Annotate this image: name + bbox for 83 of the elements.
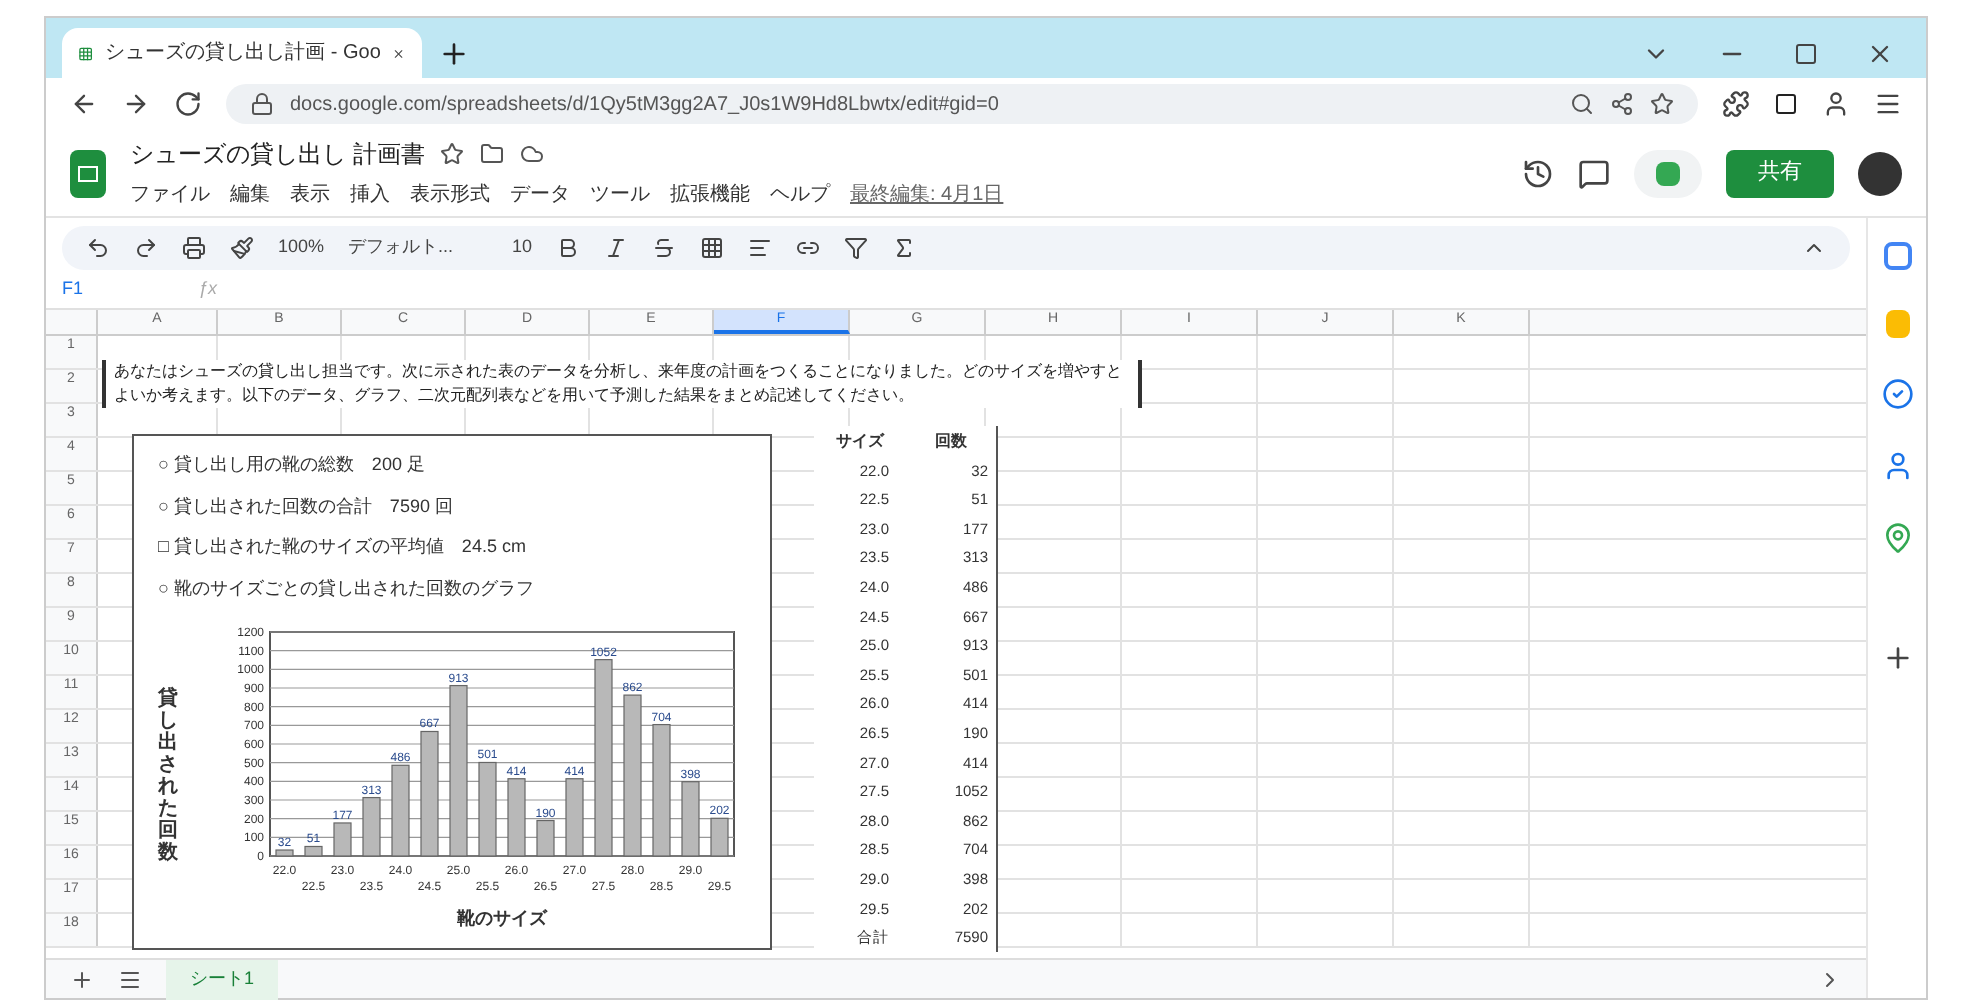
bar [333, 822, 352, 857]
cloud-icon[interactable] [520, 142, 545, 166]
tasks-icon[interactable] [1881, 378, 1913, 410]
meet-button[interactable] [1634, 149, 1702, 197]
menu-item[interactable]: 表示形式 [410, 180, 490, 210]
account-avatar[interactable] [1858, 151, 1902, 195]
url-text: docs.google.com/spreadsheets/d/1Qy5tM3gg2A7_J0s1W9Hd8Lbwtx/edit#gid=0 [290, 91, 1001, 119]
sheet-list-icon[interactable] [118, 967, 142, 991]
borders-icon[interactable] [700, 236, 725, 260]
undo-icon[interactable] [86, 236, 110, 260]
lock-icon [250, 92, 274, 116]
menu-item[interactable]: ツール [590, 180, 650, 210]
star-icon[interactable] [440, 142, 465, 166]
filter-icon[interactable] [844, 236, 869, 260]
table-header: 回数 [932, 429, 969, 453]
summary-line: ○ 貸し出し用の靴の総数 200 足 [158, 452, 427, 478]
contacts-icon[interactable] [1881, 450, 1913, 482]
folder-icon[interactable] [480, 142, 505, 166]
bar [478, 761, 497, 857]
summary-line: ○ 靴のサイズごとの貸し出された回数のグラフ [158, 575, 536, 601]
font-dropdown[interactable]: デフォルト... [348, 234, 489, 262]
browser-tab[interactable]: シューズの貸し出し計画 - Goo [62, 28, 422, 78]
sheet-tab[interactable]: シート1 [166, 959, 279, 999]
bar [391, 764, 410, 857]
y-axis-label: 貸し出された回数 [158, 688, 178, 864]
print-icon[interactable] [182, 236, 206, 260]
font-size-field[interactable]: 10 [512, 234, 533, 262]
redo-icon[interactable] [134, 236, 158, 260]
calendar-icon[interactable] [1883, 242, 1911, 270]
menu-icon[interactable] [1874, 90, 1902, 118]
forward-icon[interactable] [122, 90, 150, 118]
search-icon[interactable] [1570, 92, 1594, 116]
back-icon[interactable] [70, 90, 98, 118]
bar [565, 778, 584, 857]
document-title[interactable]: シューズの貸し出し 計画書 [130, 136, 425, 172]
bar [362, 796, 381, 857]
new-tab-icon[interactable] [438, 37, 470, 69]
fx-icon: ƒx [198, 275, 218, 303]
bar [304, 845, 323, 857]
paint-format-icon[interactable] [230, 236, 254, 260]
align-icon[interactable] [748, 236, 773, 260]
bar [652, 724, 671, 857]
sheets-logo-icon[interactable] [70, 149, 106, 197]
menu-item[interactable]: 表示 [290, 180, 330, 210]
bar [507, 778, 526, 857]
bookmark-icon[interactable] [1650, 92, 1674, 116]
bar [710, 817, 729, 857]
bold-icon[interactable] [556, 236, 581, 260]
summary-line: ○ 貸し出された回数の合計 7590 回 [158, 493, 455, 519]
profile-icon[interactable] [1822, 90, 1850, 118]
menu-item[interactable]: 編集 [230, 180, 270, 210]
table-header: サイズ [833, 429, 887, 453]
bar [536, 819, 555, 857]
extensions-icon[interactable] [1722, 90, 1750, 118]
functions-icon[interactable] [892, 236, 917, 260]
menu-item[interactable]: 拡張機能 [670, 180, 750, 210]
menu-item[interactable]: ヘルプ [770, 180, 830, 210]
bar [420, 730, 439, 857]
add-ons-icon[interactable] [1881, 642, 1913, 674]
strikethrough-icon[interactable] [652, 236, 677, 260]
x-axis-title: 靴のサイズ [455, 908, 549, 928]
add-sheet-icon[interactable] [70, 967, 94, 991]
name-box[interactable]: F1 [62, 275, 182, 303]
summary-line: □ 貸し出された靴のサイズの平均値 24.5 cm [158, 534, 528, 560]
menu-item[interactable]: 挿入 [350, 180, 390, 210]
zoom-dropdown[interactable]: 100% [278, 234, 325, 262]
address-bar[interactable]: docs.google.com/spreadsheets/d/1Qy5tM3gg2A7_J0s1W9Hd8Lbwtx/edit#gid=0 [226, 84, 1698, 124]
comment-icon[interactable] [1578, 157, 1610, 189]
bar [275, 849, 294, 857]
bar [681, 781, 700, 857]
side-panel-icon[interactable] [1774, 92, 1798, 116]
italic-icon[interactable] [604, 236, 629, 260]
tab-title: シューズの貸し出し計画 - Goo [105, 39, 381, 68]
maximize-icon[interactable] [1794, 41, 1818, 65]
share-icon[interactable] [1610, 92, 1634, 116]
last-edit-link[interactable]: 最終編集: 4月1日 [850, 180, 1004, 210]
menu-item[interactable]: データ [510, 180, 570, 210]
maps-icon[interactable] [1881, 522, 1913, 554]
menu-item[interactable]: ファイル [130, 180, 210, 210]
share-button[interactable]: 共有 [1726, 149, 1834, 197]
instruction-text: あなたはシューズの貸し出し担当です。次に示された表のデータを分析し、来年度の計画をつくることになりました。どのサイズを増やすとよいか考えます。以下のデータ、グラフ、二次元配列表などを用いて予測した結果をまとめ記述してください。 [102, 360, 1142, 408]
reload-icon[interactable] [174, 90, 202, 118]
link-icon[interactable] [796, 236, 821, 260]
